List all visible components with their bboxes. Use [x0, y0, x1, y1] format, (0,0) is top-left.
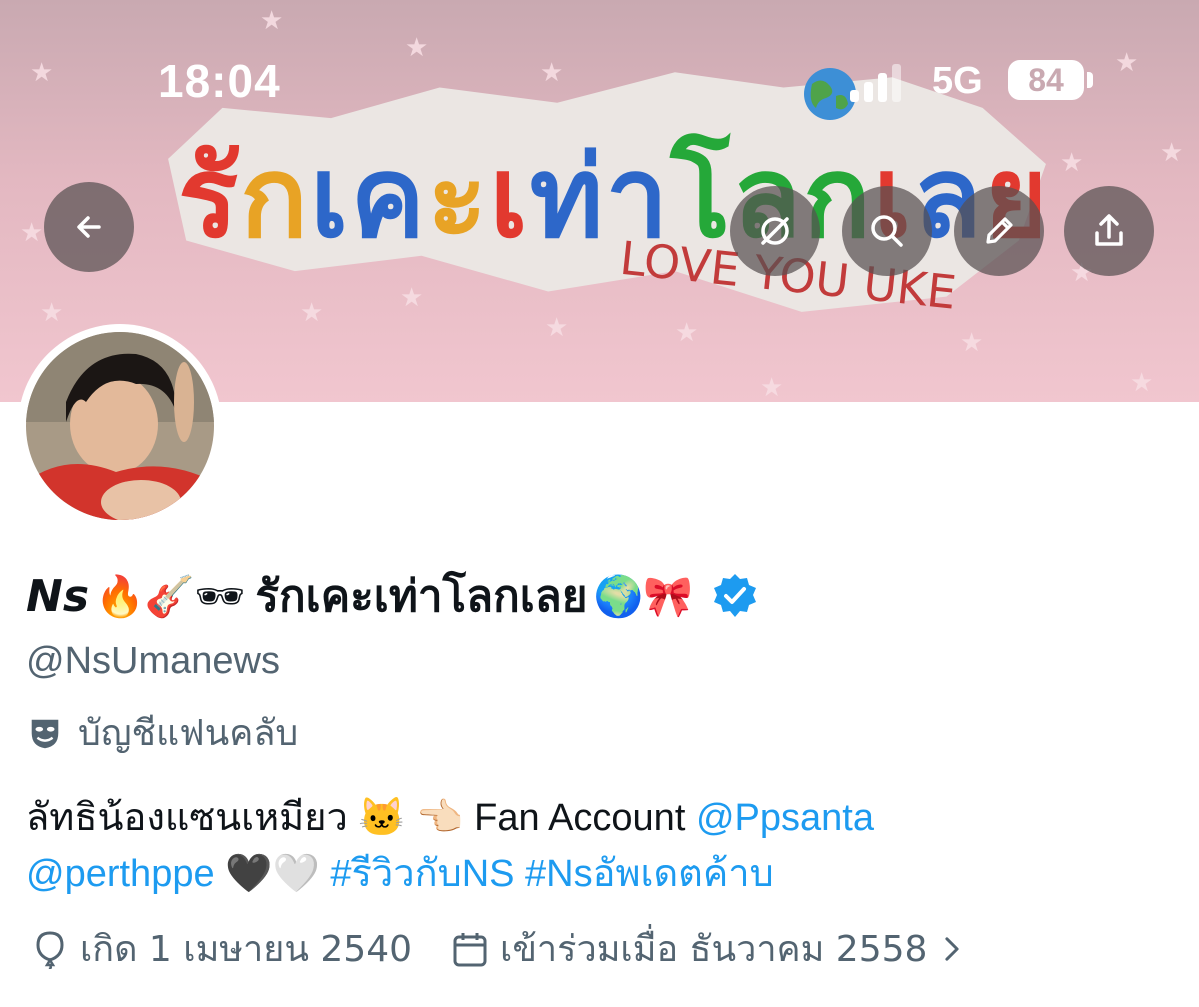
avatar-photo: [26, 332, 214, 520]
bio-hearts: 🖤🤍: [214, 853, 331, 895]
grok-button[interactable]: [730, 186, 820, 276]
pencil-icon: [986, 217, 1013, 244]
display-name-row: Ns 🔥🎸🕶 รักเคะเท่าโลกเลย 🌍🎀: [26, 566, 759, 626]
back-button[interactable]: [44, 182, 134, 272]
battery-indicator: 84: [1008, 60, 1084, 100]
birth-date: เกิด 1 เมษายน 2540: [80, 929, 413, 970]
share-button[interactable]: [1064, 186, 1154, 276]
birthday-balloon-icon: [36, 930, 64, 969]
arrow-left-icon: [77, 216, 101, 238]
mention-link[interactable]: @Ppsanta: [696, 797, 874, 839]
name-emojis-trailing: 🌍🎀: [593, 573, 694, 620]
join-date: เข้าร่วมเมื่อ ธันวาคม 2558: [500, 929, 928, 970]
star-decoration: ★: [40, 298, 64, 328]
grok-icon: [761, 217, 789, 245]
search-button[interactable]: [842, 186, 932, 276]
display-name-latin: Ns: [26, 570, 90, 622]
star-decoration: ★: [20, 218, 44, 248]
star-decoration: ★: [1060, 148, 1084, 178]
chevron-right-icon[interactable]: [935, 932, 969, 966]
star-decoration: ★: [260, 6, 284, 36]
profile-meta: เกิด 1 เมษายน 2540 เข้าร่วมเมื่อ ธันวาคม…: [30, 920, 969, 977]
star-decoration: ★: [30, 58, 54, 88]
status-time: 18:04: [158, 55, 281, 107]
star-decoration: ★: [1130, 368, 1154, 398]
mention-link[interactable]: @perthppe: [26, 853, 215, 895]
star-decoration: ★: [960, 328, 984, 358]
battery-cap: [1087, 72, 1093, 88]
hashtag-link[interactable]: #Nsอัพเดตค้าบ: [525, 853, 774, 895]
network-indicator: 5G: [932, 60, 983, 102]
theater-masks-icon: [31, 719, 59, 748]
share-icon: [1095, 214, 1123, 246]
username-handle: @NsUmanews: [26, 640, 280, 682]
bio-text: ลัทธิน้องแซนเหมียว 🐱 👈🏻 Fan Account: [26, 797, 696, 839]
signal-strength-icon: [850, 64, 901, 102]
star-decoration: ★: [760, 373, 784, 402]
avatar[interactable]: [18, 324, 222, 528]
star-decoration: ★: [1115, 48, 1139, 78]
verified-badge-icon[interactable]: [711, 572, 759, 620]
star-decoration: ★: [405, 33, 429, 63]
fan-account-text: บัญชีแฟนคลับ: [78, 713, 299, 754]
fan-account-label[interactable]: บัญชีแฟนคลับ: [26, 704, 298, 761]
hashtag-link[interactable]: #รีวิวกับNS: [330, 853, 514, 895]
profile-bio: ลัทธิน้องแซนเหมียว 🐱 👈🏻 Fan Account @Pps…: [26, 790, 1176, 902]
edit-button[interactable]: [954, 186, 1044, 276]
search-icon: [871, 215, 903, 247]
name-emojis: 🔥🎸🕶: [95, 573, 246, 620]
display-name-thai: รักเคะเท่าโลกเลย: [255, 571, 588, 622]
star-decoration: ★: [1160, 138, 1184, 168]
calendar-icon: [453, 932, 487, 966]
